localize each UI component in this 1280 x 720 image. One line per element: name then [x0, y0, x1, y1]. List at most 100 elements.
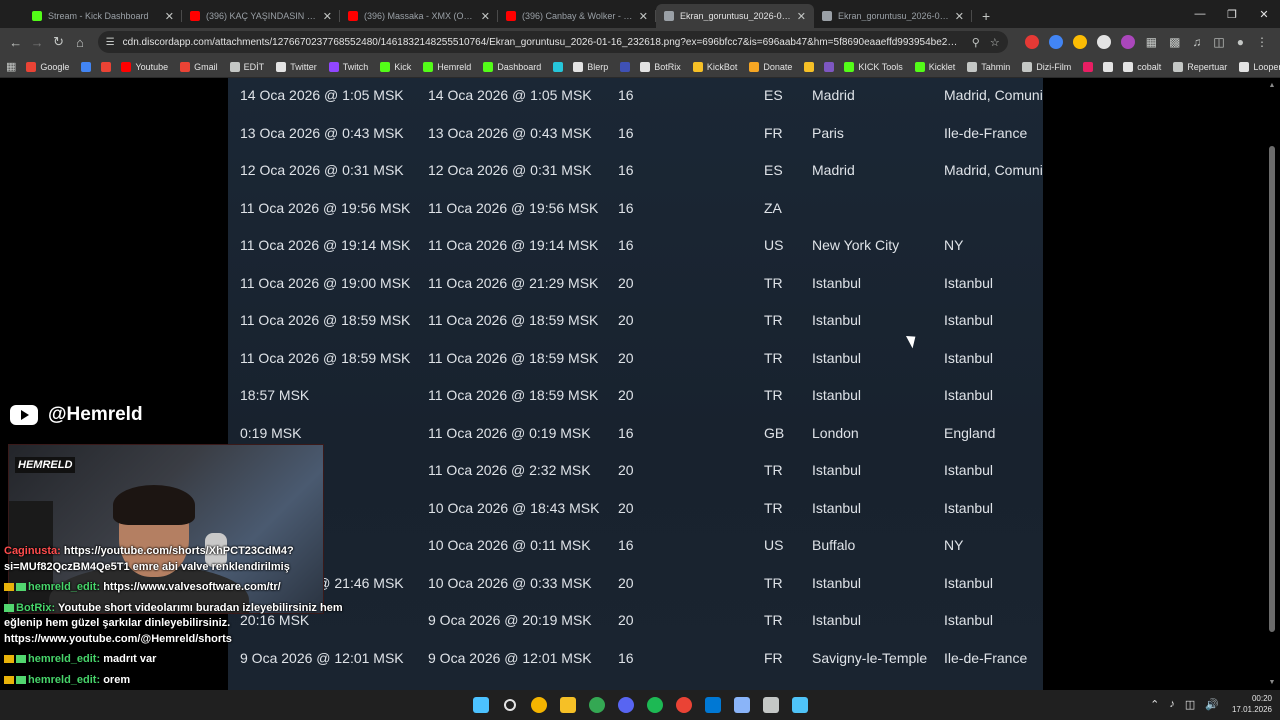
extension-icon[interactable] [1024, 35, 1039, 49]
taskbar-app-icon[interactable] [759, 693, 783, 717]
bookmark-item[interactable]: EDİT [229, 61, 264, 72]
scroll-down-arrow-icon[interactable]: ▼ [1268, 679, 1276, 686]
forward-button[interactable]: → [27, 31, 46, 53]
bookmark-item[interactable]: Repertuar [1173, 61, 1227, 72]
bookmark-item[interactable]: cobalt [1123, 61, 1161, 72]
bookmark-icon [81, 61, 92, 72]
profile-avatar-icon[interactable]: ● [1237, 35, 1244, 49]
browser-tab[interactable]: (396) Canbay & Wolker - Ne İş ✕ [498, 4, 656, 28]
bookmark-item[interactable]: KickBot [692, 61, 737, 72]
bookmark-item[interactable] [824, 61, 838, 72]
apps-grid-icon[interactable]: ▦ [6, 60, 16, 73]
taskbar-chrome-icon[interactable] [527, 693, 551, 717]
taskbar-clock[interactable]: 00:20 17.01.2026 [1232, 693, 1272, 715]
home-button[interactable]: ⌂ [70, 31, 89, 53]
extension-icon[interactable] [1072, 35, 1087, 49]
bookmark-item[interactable]: Donate [749, 61, 793, 72]
bookmark-icon [692, 61, 703, 72]
extensions-puzzle-icon[interactable]: ▩ [1169, 35, 1180, 49]
close-tab-icon[interactable]: ✕ [481, 10, 490, 23]
page-scrollbar[interactable]: ▲ ▼ [1268, 82, 1276, 686]
sidebar-icon[interactable]: ▦ [1146, 35, 1157, 49]
zoom-icon[interactable]: ⚲ [972, 36, 980, 49]
close-tab-icon[interactable]: ✕ [323, 10, 332, 23]
taskbar-chrome-icon[interactable] [672, 693, 696, 717]
bookmark-icon [749, 61, 760, 72]
taskbar-spotify-icon[interactable] [643, 693, 667, 717]
bookmark-item[interactable] [553, 61, 567, 72]
taskbar-search-icon[interactable] [498, 693, 522, 717]
bookmark-item[interactable]: BotRix [640, 61, 681, 72]
bookmark-icon [276, 61, 287, 72]
youtube-handle-overlay: @Hemreld [10, 404, 143, 426]
browser-tab[interactable]: (396) KAÇ YAŞINDASIN SEN? - ✕ [182, 4, 340, 28]
scroll-up-arrow-icon[interactable]: ▲ [1268, 82, 1276, 89]
microphone-tray-icon[interactable]: ♪ [1169, 698, 1175, 710]
bookmark-item[interactable]: Google [26, 61, 69, 72]
close-tab-icon[interactable]: ✕ [797, 10, 806, 23]
bookmark-item[interactable]: Kicklet [914, 61, 955, 72]
close-tab-icon[interactable]: ✕ [955, 10, 964, 23]
browser-tab[interactable]: Ekran_goruntusu_2026-01-17_ ✕ [814, 4, 972, 28]
maximize-button[interactable]: ❐ [1216, 0, 1248, 28]
new-tab-button[interactable]: + [982, 8, 990, 24]
browser-tab[interactable]: Ekran_goruntusu_2026-01-16_ ✕ [656, 4, 814, 28]
bookmark-icon [640, 61, 651, 72]
bookmark-item[interactable]: Twitch [328, 61, 368, 72]
taskbar-chrome-icon[interactable] [585, 693, 609, 717]
bookmark-item[interactable] [1103, 61, 1117, 72]
cell-region: Madrid, Comuni [944, 87, 1043, 103]
tray-overflow-chevron-icon[interactable]: ⌃ [1150, 698, 1159, 711]
bookmark-item[interactable] [1083, 61, 1097, 72]
reload-button[interactable]: ↻ [49, 31, 68, 53]
crown-badge-icon [4, 655, 14, 664]
bookmark-item[interactable]: KICK Tools [844, 61, 903, 72]
address-bar-url: cdn.discordapp.com/attachments/127667023… [122, 36, 962, 48]
taskbar-app-icon[interactable] [730, 693, 754, 717]
bookmark-item[interactable]: Blerp [573, 61, 608, 72]
bookmark-item[interactable] [81, 61, 95, 72]
close-tab-icon[interactable]: ✕ [165, 10, 174, 23]
bookmark-label: Donate [763, 61, 793, 72]
media-controls-icon[interactable]: ♫ [1192, 35, 1201, 49]
bookmark-item[interactable]: Dizi-Film [1022, 61, 1071, 72]
toolbar-right: ▦ ▩ ♫ ◫ ● ⋮ [1140, 35, 1274, 49]
split-view-icon[interactable]: ◫ [1213, 35, 1224, 49]
scrollbar-thumb[interactable] [1269, 146, 1275, 632]
bookmark-item[interactable]: Dashboard [483, 61, 541, 72]
bookmark-item[interactable] [101, 61, 115, 72]
extension-icon[interactable] [1048, 35, 1063, 49]
taskbar-start-icon[interactable] [469, 693, 493, 717]
minimize-button[interactable]: — [1184, 0, 1216, 28]
bookmark-item[interactable]: Youtube [121, 61, 169, 72]
taskbar-file-explorer-icon[interactable] [556, 693, 580, 717]
extension-icon[interactable] [1096, 35, 1111, 49]
extension-icon[interactable] [1120, 35, 1135, 49]
browser-tab[interactable]: Stream - Kick Dashboard ✕ [24, 4, 182, 28]
bookmark-item[interactable]: Twitter [276, 61, 317, 72]
taskbar-app-icon[interactable] [701, 693, 725, 717]
cell-first-date: 11 Oca 2026 @ 19:00 MSK [240, 274, 411, 291]
address-bar[interactable]: ☰ cdn.discordapp.com/attachments/1276670… [97, 31, 1008, 53]
menu-kebab-icon[interactable]: ⋮ [1256, 35, 1268, 49]
bookmark-item[interactable]: Kick [380, 61, 411, 72]
back-button[interactable]: ← [6, 31, 25, 53]
bookmark-icon [824, 61, 835, 72]
bookmark-item[interactable]: Looper [1239, 61, 1280, 72]
bookmark-item[interactable]: Tahmin [967, 61, 1010, 72]
bookmark-icon [804, 61, 815, 72]
taskbar-steam-icon[interactable] [788, 693, 812, 717]
bookmark-item[interactable] [620, 61, 634, 72]
browser-tab[interactable]: (396) Massaka - XMX (Official ✕ [340, 4, 498, 28]
close-window-button[interactable]: ✕ [1248, 0, 1280, 28]
site-info-icon[interactable]: ☰ [106, 37, 115, 48]
bookmark-star-icon[interactable]: ☆ [990, 36, 1000, 49]
network-icon[interactable]: ◫ [1185, 698, 1195, 711]
taskbar-discord-icon[interactable] [614, 693, 638, 717]
bookmark-item[interactable]: Hemreld [423, 61, 471, 72]
volume-icon[interactable]: 🔊 [1205, 698, 1219, 711]
bookmark-label: Youtube [135, 61, 169, 72]
bookmark-item[interactable]: Gmail [180, 61, 218, 72]
bookmark-item[interactable] [804, 61, 818, 72]
close-tab-icon[interactable]: ✕ [639, 10, 648, 23]
